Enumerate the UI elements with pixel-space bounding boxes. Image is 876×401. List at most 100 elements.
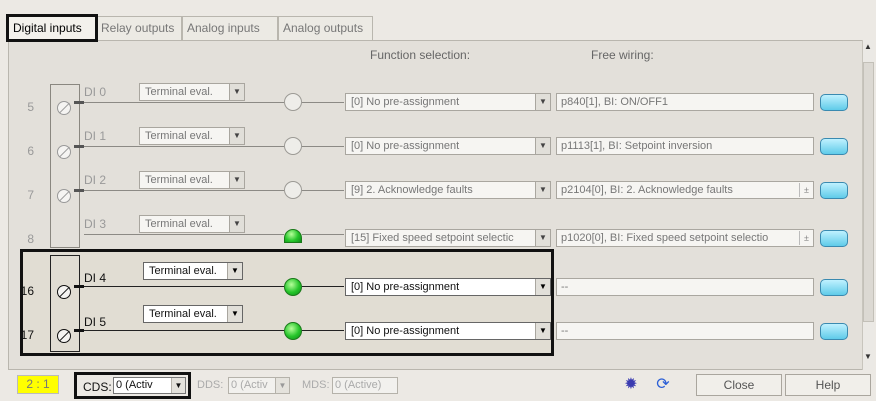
scroll-down-icon[interactable]: ▼	[864, 352, 872, 361]
chevron-down-icon[interactable]: ▼	[535, 230, 550, 246]
signal-wire	[302, 102, 344, 103]
mds-field: 0 (Active)	[332, 377, 398, 394]
spin-icon[interactable]: ±	[799, 231, 813, 245]
terminal-icon	[57, 189, 71, 203]
select-value: Terminal eval.	[145, 174, 213, 186]
terminal-eval-select[interactable]: Terminal eval. ▼	[139, 83, 245, 101]
close-button[interactable]: Close	[696, 374, 782, 396]
terminal-eval-select[interactable]: Terminal eval. ▼	[139, 127, 245, 145]
status-lamp	[284, 322, 302, 340]
chevron-down-icon[interactable]: ▼	[229, 172, 244, 188]
wiring-field[interactable]: p840[1], BI: ON/OFF1	[556, 93, 814, 111]
terminal-number: 17	[20, 328, 34, 342]
refresh-icon[interactable]: ⟳	[650, 374, 676, 396]
signal-wire	[302, 190, 344, 191]
select-value: Terminal eval.	[145, 130, 213, 142]
wire-stub	[74, 285, 84, 288]
terminal-eval-select[interactable]: Terminal eval. ▼	[139, 215, 245, 233]
terminal-icon	[57, 145, 71, 159]
chevron-down-icon[interactable]: ▼	[229, 216, 244, 232]
signal-wire	[302, 146, 344, 147]
status-lamp	[284, 137, 302, 155]
connect-button[interactable]	[820, 138, 848, 155]
select-value: [15] Fixed speed setpoint selectic	[351, 232, 514, 244]
terminal-number: 5	[27, 100, 34, 114]
select-value: Terminal eval.	[149, 308, 217, 320]
scroll-thumb[interactable]	[863, 62, 874, 322]
dds-select: 0 (Activ ▼	[228, 377, 290, 394]
wiring-field[interactable]: p2104[0], BI: 2. Acknowledge faults ±	[556, 181, 814, 199]
chevron-down-icon[interactable]: ▼	[229, 84, 244, 100]
function-select[interactable]: [0] No pre-assignment ▼	[345, 93, 551, 111]
dds-label: DDS:	[197, 379, 224, 391]
select-value: [0] No pre-assignment	[351, 140, 460, 152]
status-badge: 2 : 1	[17, 375, 59, 394]
chevron-down-icon[interactable]: ▼	[229, 128, 244, 144]
di-label: DI 1	[84, 129, 107, 143]
signal-wire	[84, 330, 284, 331]
signal-wire	[302, 286, 344, 287]
di-label: DI 3	[84, 217, 107, 231]
function-select[interactable]: [0] No pre-assignment ▼	[345, 137, 551, 155]
tab-digital-inputs[interactable]: Digital inputs	[6, 14, 98, 42]
scroll-up-icon[interactable]: ▲	[864, 42, 872, 51]
wiring-value: --	[561, 281, 569, 293]
function-select[interactable]: [15] Fixed speed setpoint selectic ▼	[345, 229, 551, 247]
status-lamp	[284, 229, 302, 243]
chevron-down-icon[interactable]: ▼	[171, 378, 185, 393]
terminal-number: 16	[20, 284, 34, 298]
function-column-header: Function selection:	[370, 48, 471, 62]
select-value: Terminal eval.	[145, 218, 213, 230]
function-select[interactable]: [0] No pre-assignment ▼	[345, 322, 551, 340]
di-label: DI 4	[84, 271, 107, 285]
chevron-down-icon[interactable]: ▼	[535, 138, 550, 154]
terminal-icon	[57, 285, 71, 299]
connect-button[interactable]	[820, 94, 848, 111]
wire-stub	[74, 189, 84, 192]
wiring-column-header: Free wiring:	[591, 48, 654, 62]
vertical-scrollbar[interactable]: ▲ ▼	[862, 40, 874, 370]
chevron-down-icon[interactable]: ▼	[535, 279, 550, 295]
terminal-icon	[57, 101, 71, 115]
chevron-down-icon[interactable]: ▼	[535, 323, 550, 339]
connect-button[interactable]	[820, 323, 848, 340]
status-lamp	[284, 93, 302, 111]
chevron-down-icon[interactable]: ▼	[535, 94, 550, 110]
wiring-value: p1020[0], BI: Fixed speed setpoint selec…	[561, 232, 769, 244]
function-select[interactable]: [0] No pre-assignment ▼	[345, 278, 551, 296]
tab-relay-outputs[interactable]: Relay outputs	[96, 16, 182, 40]
status-lamp	[284, 278, 302, 296]
wiring-value: p1113[1], BI: Setpoint inversion	[561, 140, 713, 152]
tab-analog-outputs[interactable]: Analog outputs	[278, 16, 373, 40]
cds-value: 0 (Activ	[116, 379, 153, 391]
wire-stub	[74, 101, 84, 104]
chevron-down-icon[interactable]: ▼	[535, 182, 550, 198]
wiring-value: --	[561, 325, 569, 337]
connect-button[interactable]	[820, 230, 848, 247]
connect-button[interactable]	[820, 182, 848, 199]
cds-selector-frame: CDS: 0 (Activ ▼	[74, 372, 191, 399]
function-select[interactable]: [9] 2. Acknowledge faults ▼	[345, 181, 551, 199]
wiring-field[interactable]: --	[556, 322, 814, 340]
help-button[interactable]: Help	[785, 374, 871, 396]
terminal-eval-select[interactable]: Terminal eval. ▼	[143, 262, 243, 280]
chevron-down-icon[interactable]: ▼	[227, 263, 242, 279]
cds-select[interactable]: 0 (Activ ▼	[113, 377, 186, 394]
signal-wire	[302, 330, 344, 331]
tab-analog-inputs[interactable]: Analog inputs	[182, 16, 278, 40]
terminal-number: 8	[27, 232, 34, 244]
di-label: DI 5	[84, 315, 107, 329]
terminal-eval-select[interactable]: Terminal eval. ▼	[139, 171, 245, 189]
wiring-field[interactable]: --	[556, 278, 814, 296]
gear-icon[interactable]: ✹	[618, 374, 644, 396]
wiring-field[interactable]: p1020[0], BI: Fixed speed setpoint selec…	[556, 229, 814, 247]
select-value: [0] No pre-assignment	[351, 281, 460, 293]
wiring-field[interactable]: p1113[1], BI: Setpoint inversion	[556, 137, 814, 155]
spin-icon[interactable]: ±	[799, 183, 813, 197]
bottom-bar: 2 : 1 CDS: 0 (Activ ▼ DDS: 0 (Activ ▼ MDS:…	[0, 372, 876, 401]
wire-stub	[74, 329, 84, 332]
signal-wire	[302, 234, 344, 235]
connect-button[interactable]	[820, 279, 848, 296]
chevron-down-icon[interactable]: ▼	[227, 306, 242, 322]
terminal-eval-select[interactable]: Terminal eval. ▼	[143, 305, 243, 323]
